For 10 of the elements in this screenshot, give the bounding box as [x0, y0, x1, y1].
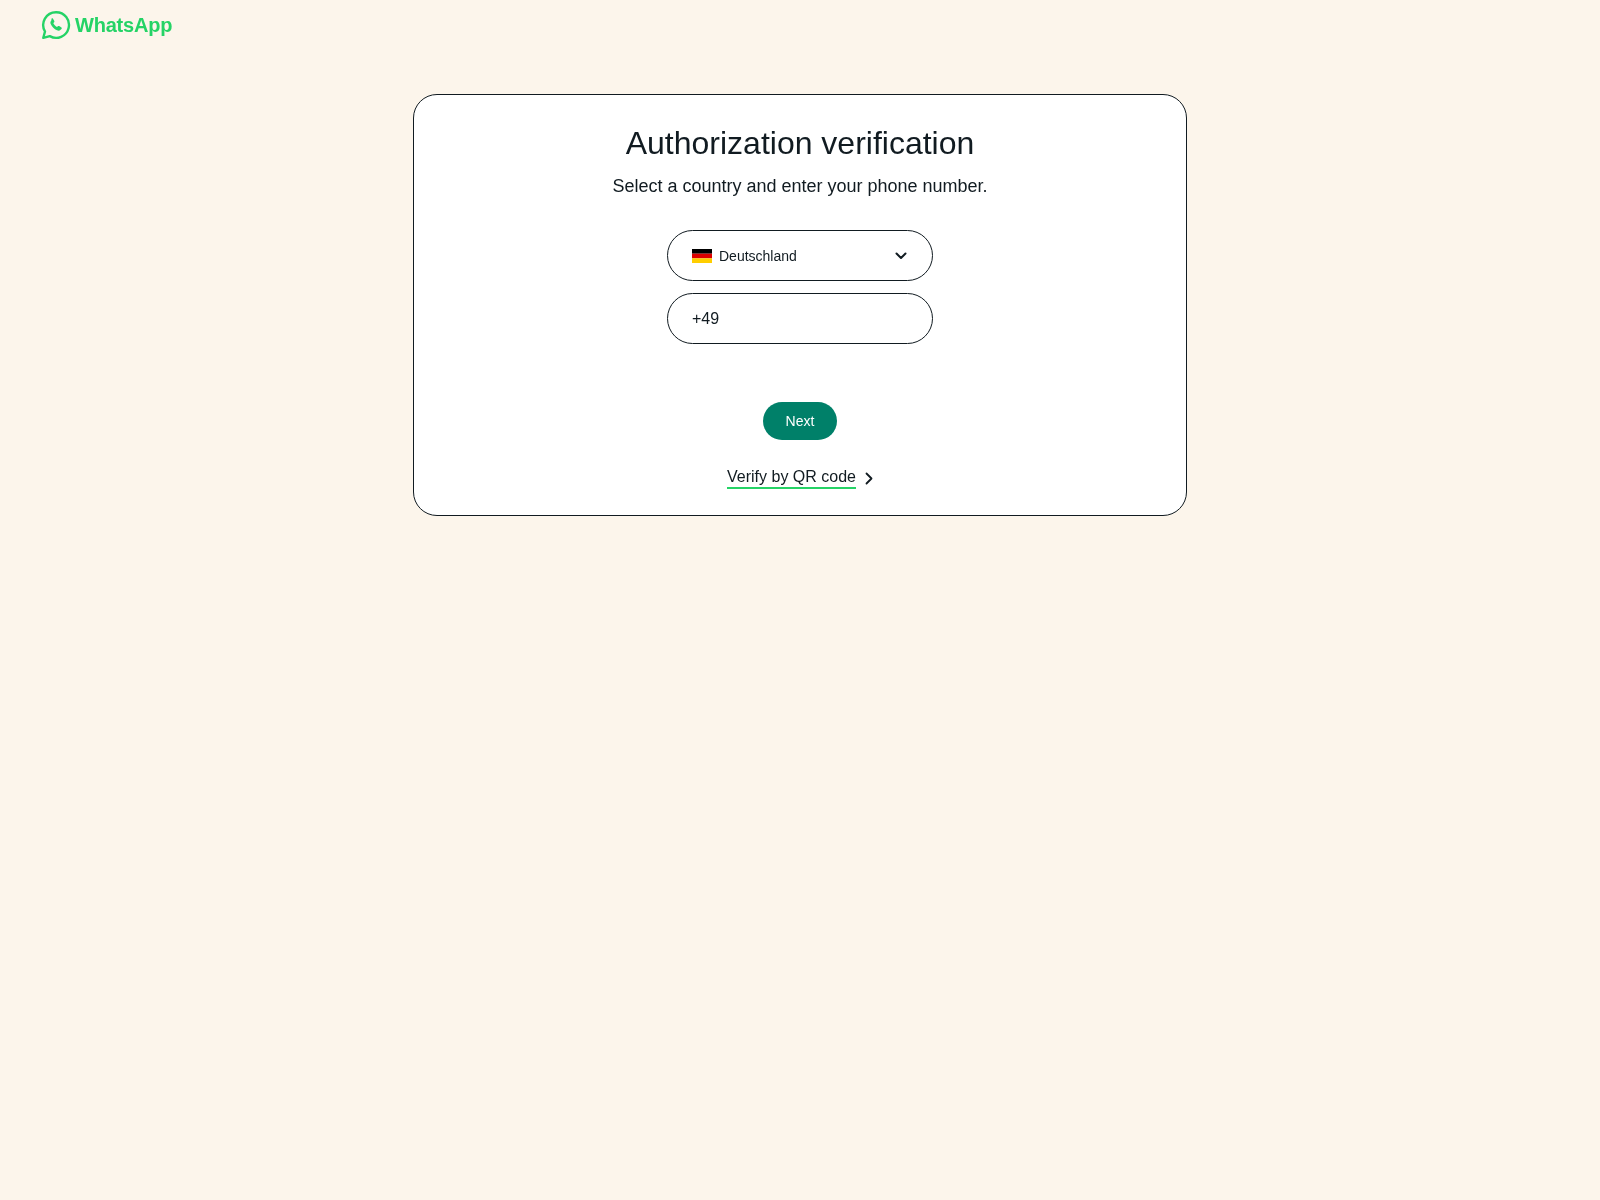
card-subtitle: Select a country and enter your phone number. [612, 175, 988, 198]
country-select[interactable]: Deutschland [667, 230, 933, 281]
chat-bubble-phone-icon [41, 10, 71, 40]
next-button[interactable]: Next [762, 402, 838, 440]
chevron-right-icon[interactable] [864, 471, 873, 485]
card-title: Authorization verification [625, 124, 975, 162]
phone-input[interactable]: +49 [667, 293, 933, 344]
flag-icon [692, 248, 712, 263]
chevron-down-icon [895, 251, 907, 260]
qr-code-link[interactable]: Verify by QR code [727, 467, 856, 489]
